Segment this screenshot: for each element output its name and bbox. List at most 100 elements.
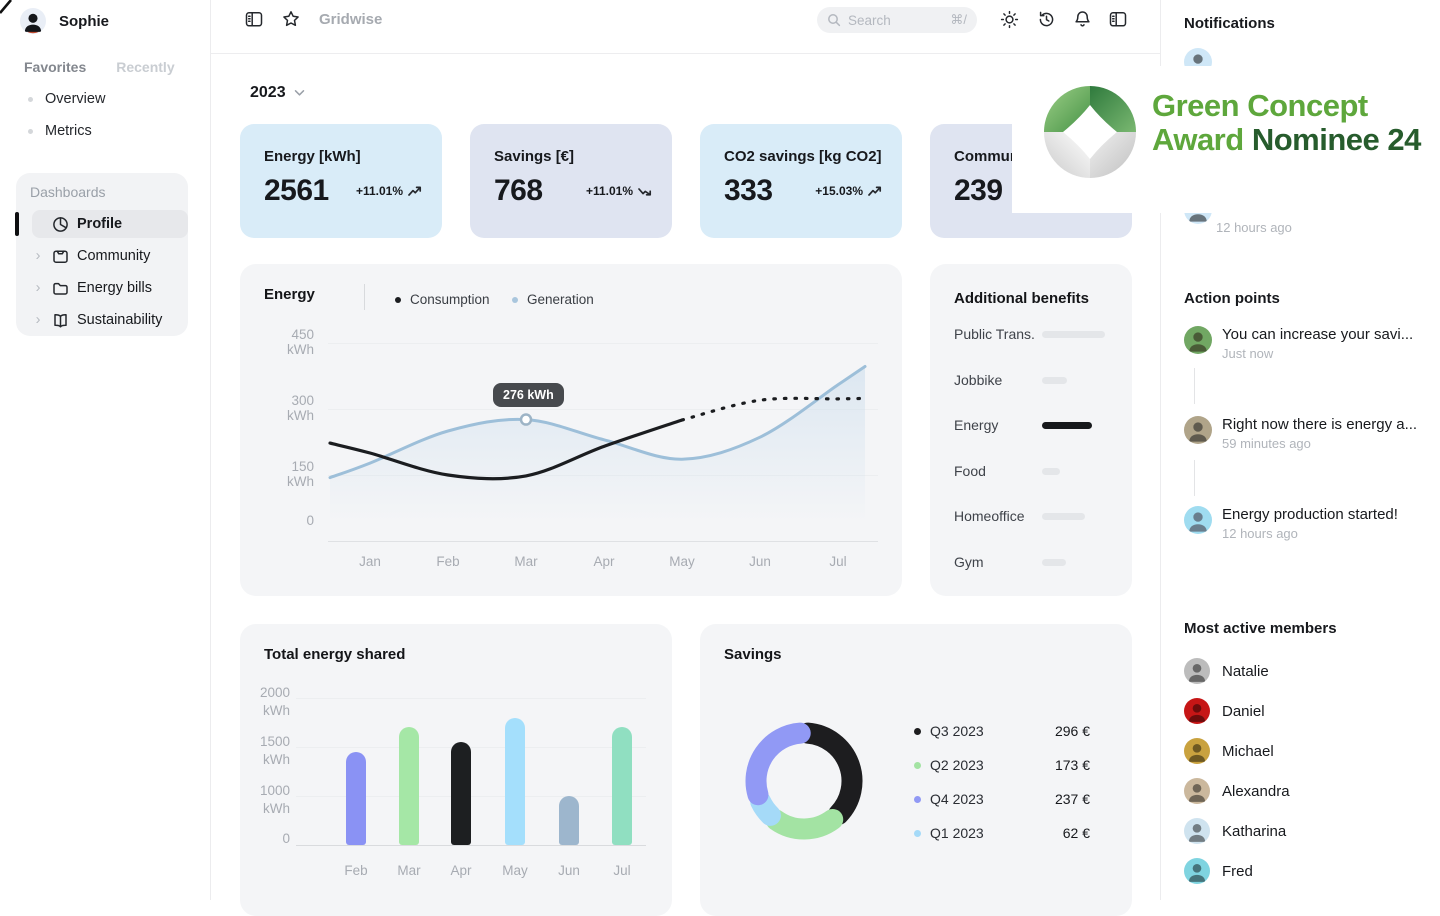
trend-dip-icon [638, 186, 652, 197]
stat-value: 2561 [264, 174, 329, 208]
member-item[interactable]: Daniel [1184, 698, 1265, 724]
benefits-panel: Additional benefits Public Trans. Jobbik… [930, 264, 1132, 596]
y-tick: 0 [264, 513, 314, 528]
bullet-dot-icon [28, 129, 33, 134]
book-icon [52, 312, 69, 329]
total-energy-panel: Total energy shared 2000 kWh 1500 kWh 10… [240, 624, 672, 916]
action-point-item[interactable]: Right now there is energy a... 59 minute… [1184, 416, 1417, 451]
donut-segment [776, 819, 832, 829]
tab-recently[interactable]: Recently [116, 59, 174, 75]
legend-dot [914, 796, 921, 803]
user-profile[interactable]: Sophie [20, 8, 109, 34]
search-icon [827, 13, 841, 27]
savings-donut-chart [724, 701, 884, 861]
legend-row: Q2 2023 173 € [914, 757, 1090, 773]
x-tick: May [660, 554, 704, 569]
y-tick: 1000 kWh [248, 782, 290, 818]
sidebar-item-metrics[interactable]: Metrics [28, 123, 92, 139]
right-panel-toggle-button[interactable] [1108, 9, 1128, 29]
x-tick: Jul [816, 554, 860, 569]
stat-value: 333 [724, 174, 773, 208]
sidebar-item-profile[interactable]: Profile [32, 210, 188, 238]
search-input[interactable]: Search ⌘/ [817, 7, 977, 33]
member-item[interactable]: Michael [1184, 738, 1274, 764]
action-timestamp: 12 hours ago [1222, 526, 1398, 541]
member-name: Michael [1222, 743, 1274, 760]
x-tick: Apr [582, 554, 626, 569]
corner-mark [0, 0, 14, 14]
stat-card-savings: Savings [€] 768 +11.01% [470, 124, 672, 238]
inbox-icon [52, 248, 69, 265]
x-tick: Jul [600, 863, 644, 878]
action-point-item[interactable]: Energy production started! 12 hours ago [1184, 506, 1398, 541]
theme-toggle-button[interactable] [999, 9, 1020, 30]
benefit-row: Energy [954, 415, 1108, 435]
dashboards-label: Dashboards [30, 184, 106, 200]
favorite-button[interactable] [281, 9, 301, 29]
sidebar-item-label: Profile [77, 216, 122, 232]
sidebar-item-sustainability[interactable]: › Sustainability [32, 306, 188, 334]
action-point-item[interactable]: You can increase your savi... Just now [1184, 326, 1413, 361]
search-placeholder: Search [848, 13, 943, 28]
sidebar-toggle-button[interactable] [244, 9, 264, 29]
member-item[interactable]: Fred [1184, 858, 1253, 884]
member-name: Fred [1222, 863, 1253, 880]
member-item[interactable]: Natalie [1184, 658, 1269, 684]
y-tick: 1500 kWh [248, 733, 290, 769]
donut-chart-title: Savings [724, 646, 782, 663]
legend-dot [914, 728, 921, 735]
member-avatar [1184, 658, 1210, 684]
x-tick: Jun [547, 863, 591, 878]
divider [364, 284, 365, 310]
legend-dot [395, 297, 401, 303]
consumption-line [330, 420, 682, 479]
gridline [328, 409, 878, 410]
member-item[interactable]: Katharina [1184, 818, 1286, 844]
energy-line-chart [240, 264, 902, 596]
notifications-button[interactable] [1072, 9, 1093, 30]
timeline-connector [1194, 368, 1195, 404]
history-button[interactable] [1036, 9, 1057, 30]
savings-panel: Savings Q3 2023 296 € Q2 2023 173 € Q4 2… [700, 624, 1132, 916]
benefit-row: Public Trans. [954, 324, 1108, 344]
action-avatar [1184, 506, 1212, 534]
bar-may [505, 718, 525, 845]
bar-chart-title: Total energy shared [264, 646, 405, 663]
award-line2-award: Award [1152, 122, 1244, 157]
timeline-connector [1194, 460, 1195, 496]
y-tick: 450 kWh [264, 327, 314, 357]
sidebar-item-energy-bills[interactable]: › Energy bills [32, 274, 188, 302]
energy-chart-title: Energy [264, 286, 315, 303]
donut-segment [756, 733, 800, 795]
axis-baseline [328, 541, 878, 542]
y-tick: 0 [248, 831, 290, 846]
action-timestamp: 59 minutes ago [1222, 436, 1417, 451]
member-item[interactable]: Alexandra [1184, 778, 1290, 804]
member-name: Daniel [1222, 703, 1265, 720]
sidebar: Sophie Favorites Recently Overview Metri… [0, 0, 211, 900]
year-selector[interactable]: 2023 [250, 84, 305, 102]
bars-area [296, 698, 646, 845]
x-tick: Apr [439, 863, 483, 878]
sidebar-item-overview[interactable]: Overview [28, 91, 105, 107]
legend-row: Q1 2023 62 € [914, 825, 1090, 841]
legend-generation: Generation [512, 292, 594, 307]
star-icon [281, 9, 301, 29]
action-title: You can increase your savi... [1222, 326, 1413, 343]
app-name: Gridwise [319, 11, 382, 28]
action-timestamp: Just now [1222, 346, 1413, 361]
sidebar-item-community[interactable]: › Community [32, 242, 188, 270]
sidebar-item-label: Community [77, 248, 150, 264]
bullet-dot-icon [28, 97, 33, 102]
benefit-bar [1042, 559, 1066, 566]
y-tick: 300 kWh [264, 393, 314, 423]
gridline [328, 475, 878, 476]
green-concept-award-logo-icon [1040, 82, 1140, 182]
sidebar-item-label: Overview [45, 91, 105, 107]
generation-line [330, 367, 865, 478]
gridline [328, 343, 878, 344]
tab-favorites[interactable]: Favorites [24, 59, 86, 75]
award-line2-nominee: Nominee 24 [1252, 122, 1421, 157]
award-text: Green Concept Award Nominee 24 [1152, 89, 1421, 157]
member-avatar [1184, 778, 1210, 804]
